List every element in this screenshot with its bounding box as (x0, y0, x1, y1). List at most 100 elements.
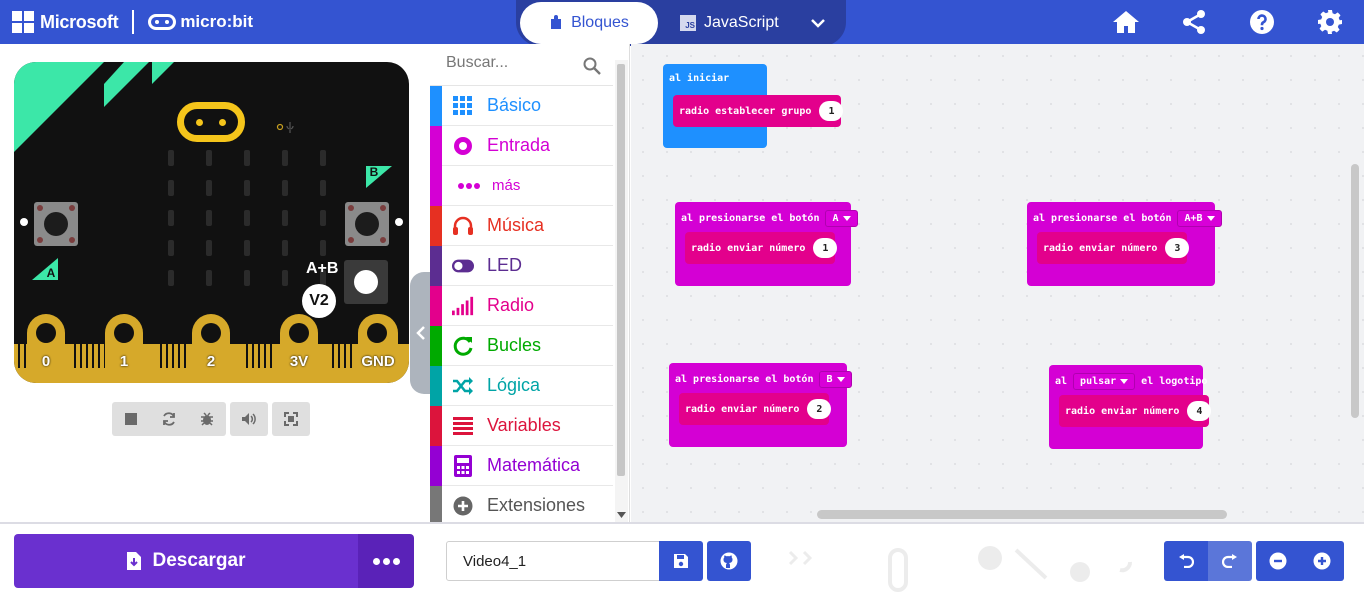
undo-icon[interactable] (1164, 541, 1208, 581)
redo-icon[interactable] (1208, 541, 1252, 581)
hat-label-suffix: el logotipo (1141, 376, 1208, 387)
board-button-b[interactable] (345, 202, 389, 246)
board-button-ab[interactable] (344, 260, 388, 304)
debug-icon[interactable] (188, 402, 226, 436)
mute-icon[interactable] (230, 402, 268, 436)
pin-3v[interactable]: 3V (280, 314, 318, 382)
pin-0[interactable]: 0 (27, 314, 65, 382)
input-icon (452, 135, 474, 157)
download-more-icon[interactable] (358, 534, 414, 588)
led (168, 270, 174, 286)
puzzle-icon (551, 15, 562, 29)
editor-more-chevron-icon[interactable] (808, 13, 828, 33)
stmt-label: radio establecer grupo (679, 105, 812, 117)
fullscreen-icon[interactable] (272, 402, 310, 436)
toolbox-scrollbar[interactable] (615, 60, 628, 522)
block-radio-send-number[interactable]: radio enviar número 1 (685, 232, 838, 264)
block-radio-set-group[interactable]: radio establecer grupo 1 (673, 95, 844, 127)
category-basico[interactable]: Básico (430, 86, 613, 126)
settings-icon[interactable] (1316, 8, 1344, 36)
category-entrada[interactable]: Entrada (430, 126, 613, 166)
blocks-workspace[interactable]: al iniciar radio establecer grupo 1 al p… (631, 44, 1364, 522)
category-variables[interactable]: Variables (430, 406, 613, 446)
number-value-input[interactable]: 4 (1187, 401, 1212, 421)
block-radio-send-number[interactable]: radio enviar número 3 (1037, 232, 1190, 264)
pin-2[interactable]: 2 (192, 314, 230, 382)
pin-1[interactable]: 1 (105, 314, 143, 382)
category-label: Bucles (487, 335, 542, 355)
tab-javascript[interactable]: JS JavaScript (680, 2, 779, 44)
search-icon[interactable] (583, 57, 601, 75)
search-input[interactable]: Buscar... (446, 54, 508, 72)
button-a-label: A (46, 266, 56, 280)
pin-gnd[interactable]: GND (358, 314, 398, 382)
category-led[interactable]: LED (430, 246, 613, 286)
js-icon: JS (680, 15, 696, 31)
logo-event-dropdown[interactable]: pulsar (1073, 373, 1136, 390)
button-b-dropdown[interactable]: B (819, 371, 852, 388)
led (168, 210, 174, 226)
zoom-out-icon[interactable] (1256, 541, 1300, 581)
group-value-input[interactable]: 1 (819, 101, 844, 121)
help-icon[interactable] (1248, 8, 1276, 36)
block-on-button-b[interactable]: al presionarse el botón B radio enviar n… (669, 363, 852, 447)
led (320, 150, 326, 166)
collapse-simulator-chevron-icon[interactable] (410, 272, 432, 394)
number-value-input[interactable]: 2 (807, 399, 832, 419)
category-logica[interactable]: Lógica (430, 366, 613, 406)
workspace-vertical-scrollbar[interactable] (1351, 164, 1359, 418)
microbit-board: A B A+B V2 0 1 2 3V GND (14, 62, 409, 383)
block-on-start[interactable]: al iniciar radio establecer grupo 1 (663, 64, 844, 148)
zoom-in-icon[interactable] (1300, 541, 1344, 581)
block-on-button-a[interactable]: al presionarse el botón A radio enviar n… (675, 202, 858, 286)
led (282, 210, 288, 226)
category-extensiones[interactable]: Extensiones (430, 486, 613, 526)
category-bucles[interactable]: Bucles (430, 326, 613, 366)
more-dots-icon (458, 175, 480, 197)
led (206, 210, 212, 226)
restart-icon[interactable] (150, 402, 188, 436)
share-icon[interactable] (1180, 8, 1208, 36)
header-actions (1112, 8, 1344, 36)
workspace-horizontal-scrollbar[interactable] (817, 510, 1227, 519)
category-label: Básico (487, 95, 542, 115)
tab-javascript-label: JavaScript (704, 14, 779, 31)
home-icon[interactable] (1112, 8, 1140, 36)
brand[interactable]: Microsoft micro:bit (12, 9, 253, 35)
top-header: Microsoft micro:bit Bloques JS JavaScrip… (0, 0, 1364, 46)
board-button-a[interactable] (34, 202, 78, 246)
block-radio-send-number[interactable]: radio enviar número 2 (679, 393, 832, 425)
block-on-logo-pressed[interactable]: al pulsar el logotipo radio enviar númer… (1049, 365, 1212, 449)
led (168, 240, 174, 256)
block-radio-send-number[interactable]: radio enviar número 4 (1059, 395, 1212, 427)
category-entrada-mas[interactable]: más (430, 166, 613, 206)
lines-icon (452, 415, 474, 437)
led (206, 180, 212, 196)
stop-icon[interactable] (112, 402, 150, 436)
button-a-dropdown[interactable]: A (825, 210, 858, 227)
toolbox-scrollbar-thumb[interactable] (617, 64, 625, 476)
block-on-button-ab[interactable]: al presionarse el botón A+B radio enviar… (1027, 202, 1222, 286)
button-b-label: B (369, 165, 379, 179)
led (320, 210, 326, 226)
number-value-input[interactable]: 3 (1165, 238, 1190, 258)
project-name-input[interactable]: Video4_1 (446, 541, 660, 581)
category-radio[interactable]: Radio (430, 286, 613, 326)
category-label: Variables (487, 415, 561, 435)
category-matematica[interactable]: Matemática (430, 446, 613, 486)
button-ab-dropdown[interactable]: A+B (1177, 210, 1222, 227)
touch-logo[interactable] (177, 102, 245, 142)
headphones-icon (452, 215, 474, 237)
scroll-down-icon[interactable] (617, 512, 626, 518)
version-badge: V2 (302, 284, 336, 318)
hat-label: al presionarse el botón (681, 213, 820, 224)
download-button[interactable]: Descargar (14, 534, 358, 588)
button-ab-label: A+B (306, 260, 339, 277)
tab-blocks[interactable]: Bloques (520, 2, 658, 44)
simulator-panel: A B A+B V2 0 1 2 3V GND (0, 44, 432, 522)
save-icon[interactable] (659, 541, 703, 581)
category-musica[interactable]: Música (430, 206, 613, 246)
github-icon[interactable] (707, 541, 751, 581)
number-value-input[interactable]: 1 (813, 238, 838, 258)
toolbox-search: Buscar... (430, 44, 613, 86)
